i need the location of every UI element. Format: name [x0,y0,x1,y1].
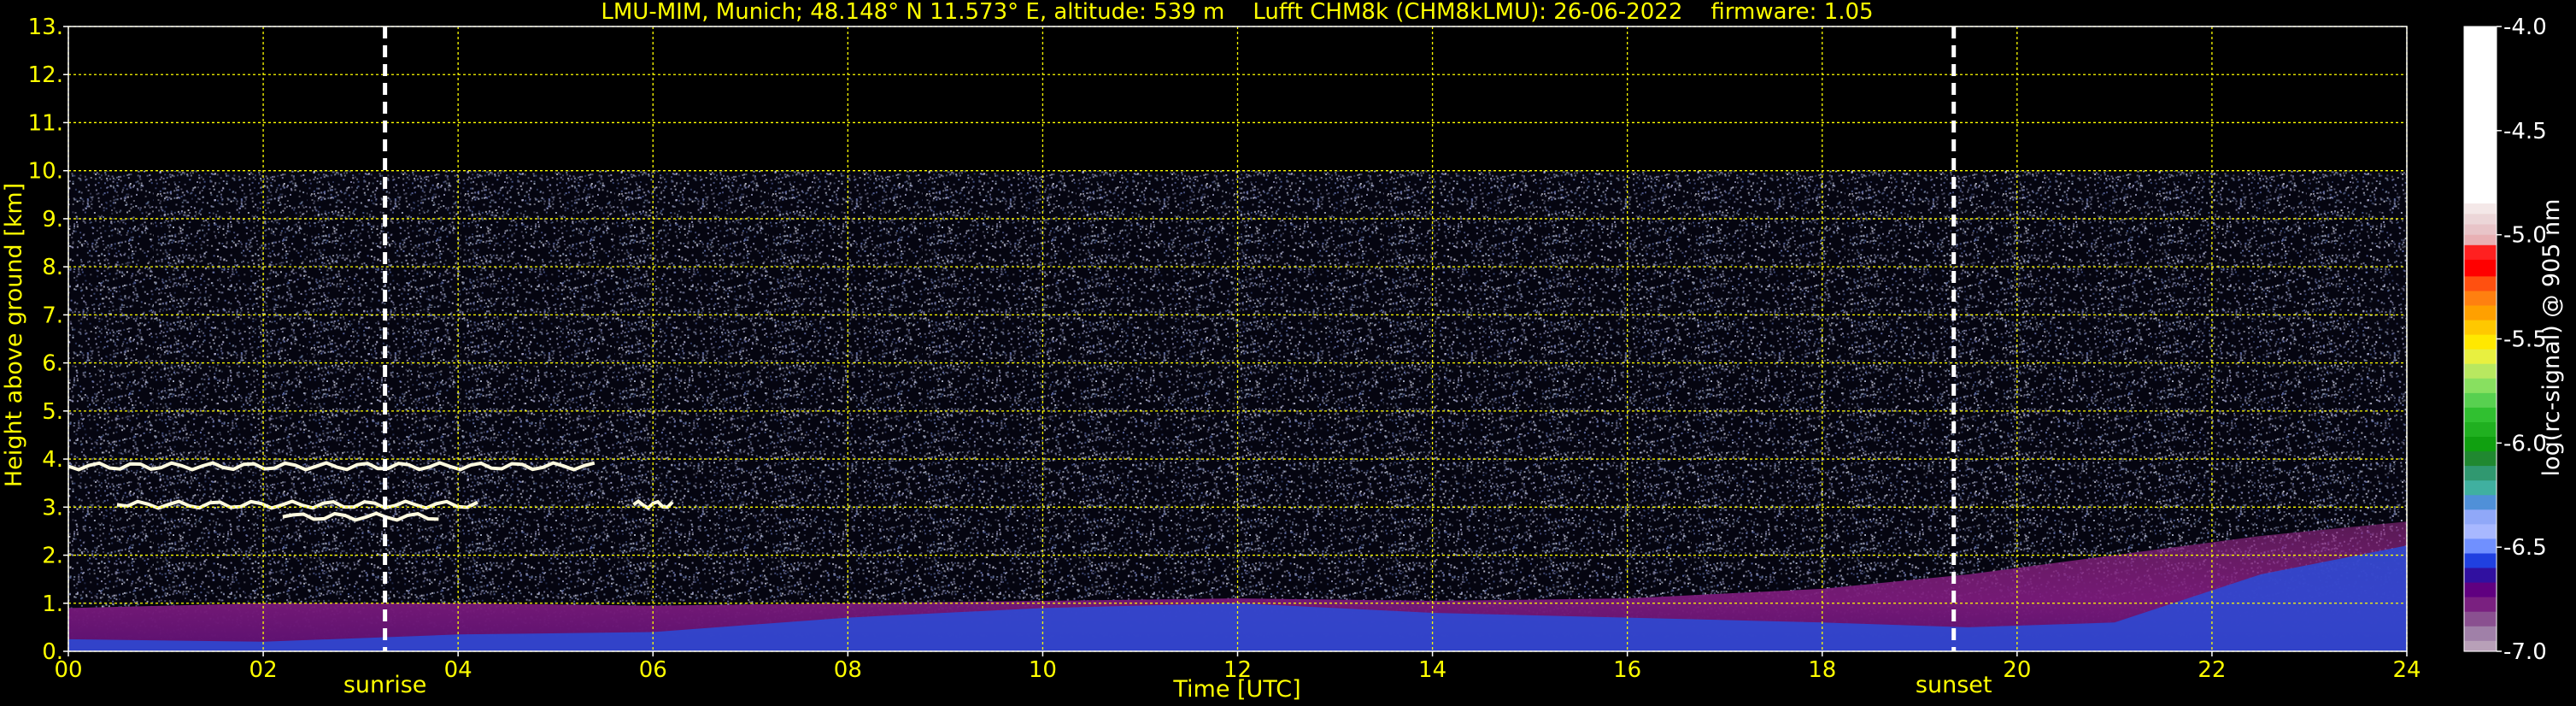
x-tick-label: 18 [1808,657,1836,683]
colorbar-segment [2464,363,2497,379]
x-tick-label: 06 [639,657,667,683]
colorbar-segment [2464,334,2497,350]
colorbar-segment [2464,495,2497,510]
y-tick-label: 5. [42,399,63,425]
colorbar-segment [2464,568,2497,584]
colorbar-label: log(rc-signal) @ 905 nm [2538,199,2565,477]
colorbar [2463,26,2497,652]
y-tick-label: 11. [28,110,63,136]
colorbar-tick-label: -4.0 [2503,15,2547,40]
x-tick-label: 24 [2392,657,2421,683]
colorbar-segment [2464,378,2497,394]
colorbar-segment [2464,276,2497,292]
chart-title: LMU-MIM, Munich; 48.148° N 11.573° E, al… [601,0,1873,25]
x-axis-label: Time [UTC] [1172,676,1300,703]
colorbar-segment [2464,582,2497,598]
x-tick-label: 04 [444,657,472,683]
y-tick-label: 3. [42,495,63,521]
colorbar-tick-label: -4.5 [2503,119,2547,144]
colorbar-segment [2464,451,2497,467]
colorbar-segment [2464,480,2497,496]
colorbar-segment [2464,597,2497,613]
y-tick-label: 10. [28,159,63,185]
colorbar-segment [2464,320,2497,336]
colorbar-segment [2464,437,2497,452]
colorbar-segment [2464,422,2497,438]
y-tick-label: 6. [42,351,63,377]
y-tick-label: 2. [42,544,63,569]
colorbar-segment [2464,392,2497,409]
y-axis-label: Height above ground [km] [1,183,27,487]
y-tick-label: 1. [42,591,63,617]
sunrise-label: sunrise [343,672,427,698]
colorbar-segment [2464,234,2497,246]
colorbar-segment [2464,305,2497,321]
colorbar-segment [2464,349,2497,365]
y-tick-label: 9. [42,207,63,232]
colorbar-segment [2464,224,2497,236]
colorbar-segment [2464,26,2497,204]
colorbar-segment [2464,626,2497,642]
x-tick-label: 16 [1613,657,1641,683]
colorbar-segment [2464,611,2497,627]
x-tick-label: 08 [834,657,862,683]
colorbar-segment [2464,291,2497,307]
colorbar-segment [2464,466,2497,481]
colorbar-segment [2464,214,2497,226]
y-tick-label: 13. [28,15,63,40]
ceilometer-chart: sunrise sunset 00 02 04 06 08 10 12 14 16 18 20 22 24… [0,0,2576,706]
y-tick-label: 0. [42,639,63,665]
y-tick-label: 12. [28,62,63,88]
colorbar-segment [2464,524,2497,540]
colorbar-segment [2464,259,2497,277]
colorbar-segment [2464,538,2497,555]
x-tick-label: 14 [1418,657,1446,683]
colorbar-segment [2464,553,2497,569]
colorbar-segment [2464,203,2497,215]
x-tick-label: 02 [249,657,278,683]
colorbar-segment [2464,640,2497,652]
x-tick-label: 20 [2003,657,2031,683]
colorbar-tick-label: -6.5 [2503,535,2547,561]
colorbar-segment [2464,407,2497,423]
y-tick-label: 7. [42,303,63,328]
x-tick-label: 22 [2198,657,2226,683]
colorbar-tick-label: -7.0 [2503,639,2547,665]
colorbar-segment [2464,509,2497,525]
x-tick-label: 10 [1029,657,1057,683]
colorbar-segment [2464,244,2497,261]
y-tick-label: 4. [42,447,63,473]
y-tick-label: 8. [42,255,63,280]
sunset-label: sunset [1916,672,1992,698]
